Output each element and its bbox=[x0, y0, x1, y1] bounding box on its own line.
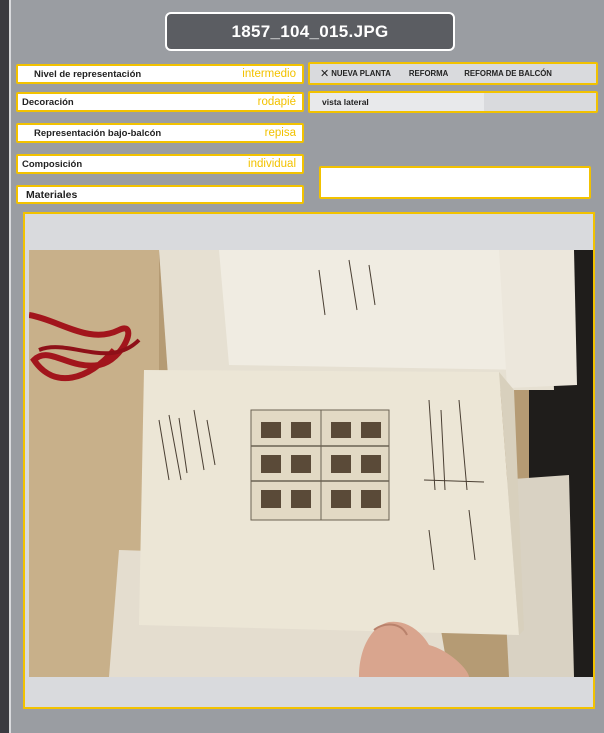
notes-input[interactable] bbox=[319, 166, 591, 199]
field-composicion-label: Composición bbox=[22, 158, 83, 170]
field-nivel[interactable]: Nivel de representación intermedio bbox=[16, 64, 304, 84]
field-representacion[interactable]: Representación bajo-balcón repisa bbox=[16, 123, 304, 143]
vista-field[interactable]: vista lateral bbox=[308, 91, 598, 113]
field-nivel-label: Nivel de representación bbox=[34, 68, 142, 80]
field-materiales[interactable]: Materiales bbox=[16, 185, 304, 204]
close-icon[interactable]: ✕ bbox=[310, 67, 331, 80]
field-representacion-label: Representación bajo-balcón bbox=[34, 127, 162, 139]
field-decoracion[interactable]: Decoración rodapié bbox=[16, 92, 304, 112]
image-title: 1857_104_015.JPG bbox=[165, 12, 455, 51]
field-composicion-value: individual bbox=[248, 158, 296, 170]
field-materiales-label: Materiales bbox=[26, 188, 78, 201]
vista-label: vista lateral bbox=[322, 97, 369, 107]
field-decoracion-value: rodapié bbox=[257, 96, 296, 108]
document-photo[interactable] bbox=[29, 250, 593, 677]
tag-reforma-balcon[interactable]: REFORMA DE BALCÓN bbox=[464, 69, 552, 78]
left-rail bbox=[0, 0, 11, 733]
field-representacion-value: repisa bbox=[264, 127, 296, 139]
field-decoracion-label: Decoración bbox=[22, 96, 74, 108]
document-photo-image bbox=[29, 250, 593, 677]
tag-bar[interactable]: ✕ NUEVA PLANTA REFORMA REFORMA DE BALCÓN bbox=[308, 62, 598, 85]
tag-reforma[interactable]: REFORMA bbox=[409, 69, 448, 78]
tag-nueva-planta[interactable]: NUEVA PLANTA bbox=[331, 69, 391, 78]
photo-panel bbox=[23, 212, 595, 709]
field-nivel-value: intermedio bbox=[242, 68, 296, 80]
field-composicion[interactable]: Composición individual bbox=[16, 154, 304, 174]
